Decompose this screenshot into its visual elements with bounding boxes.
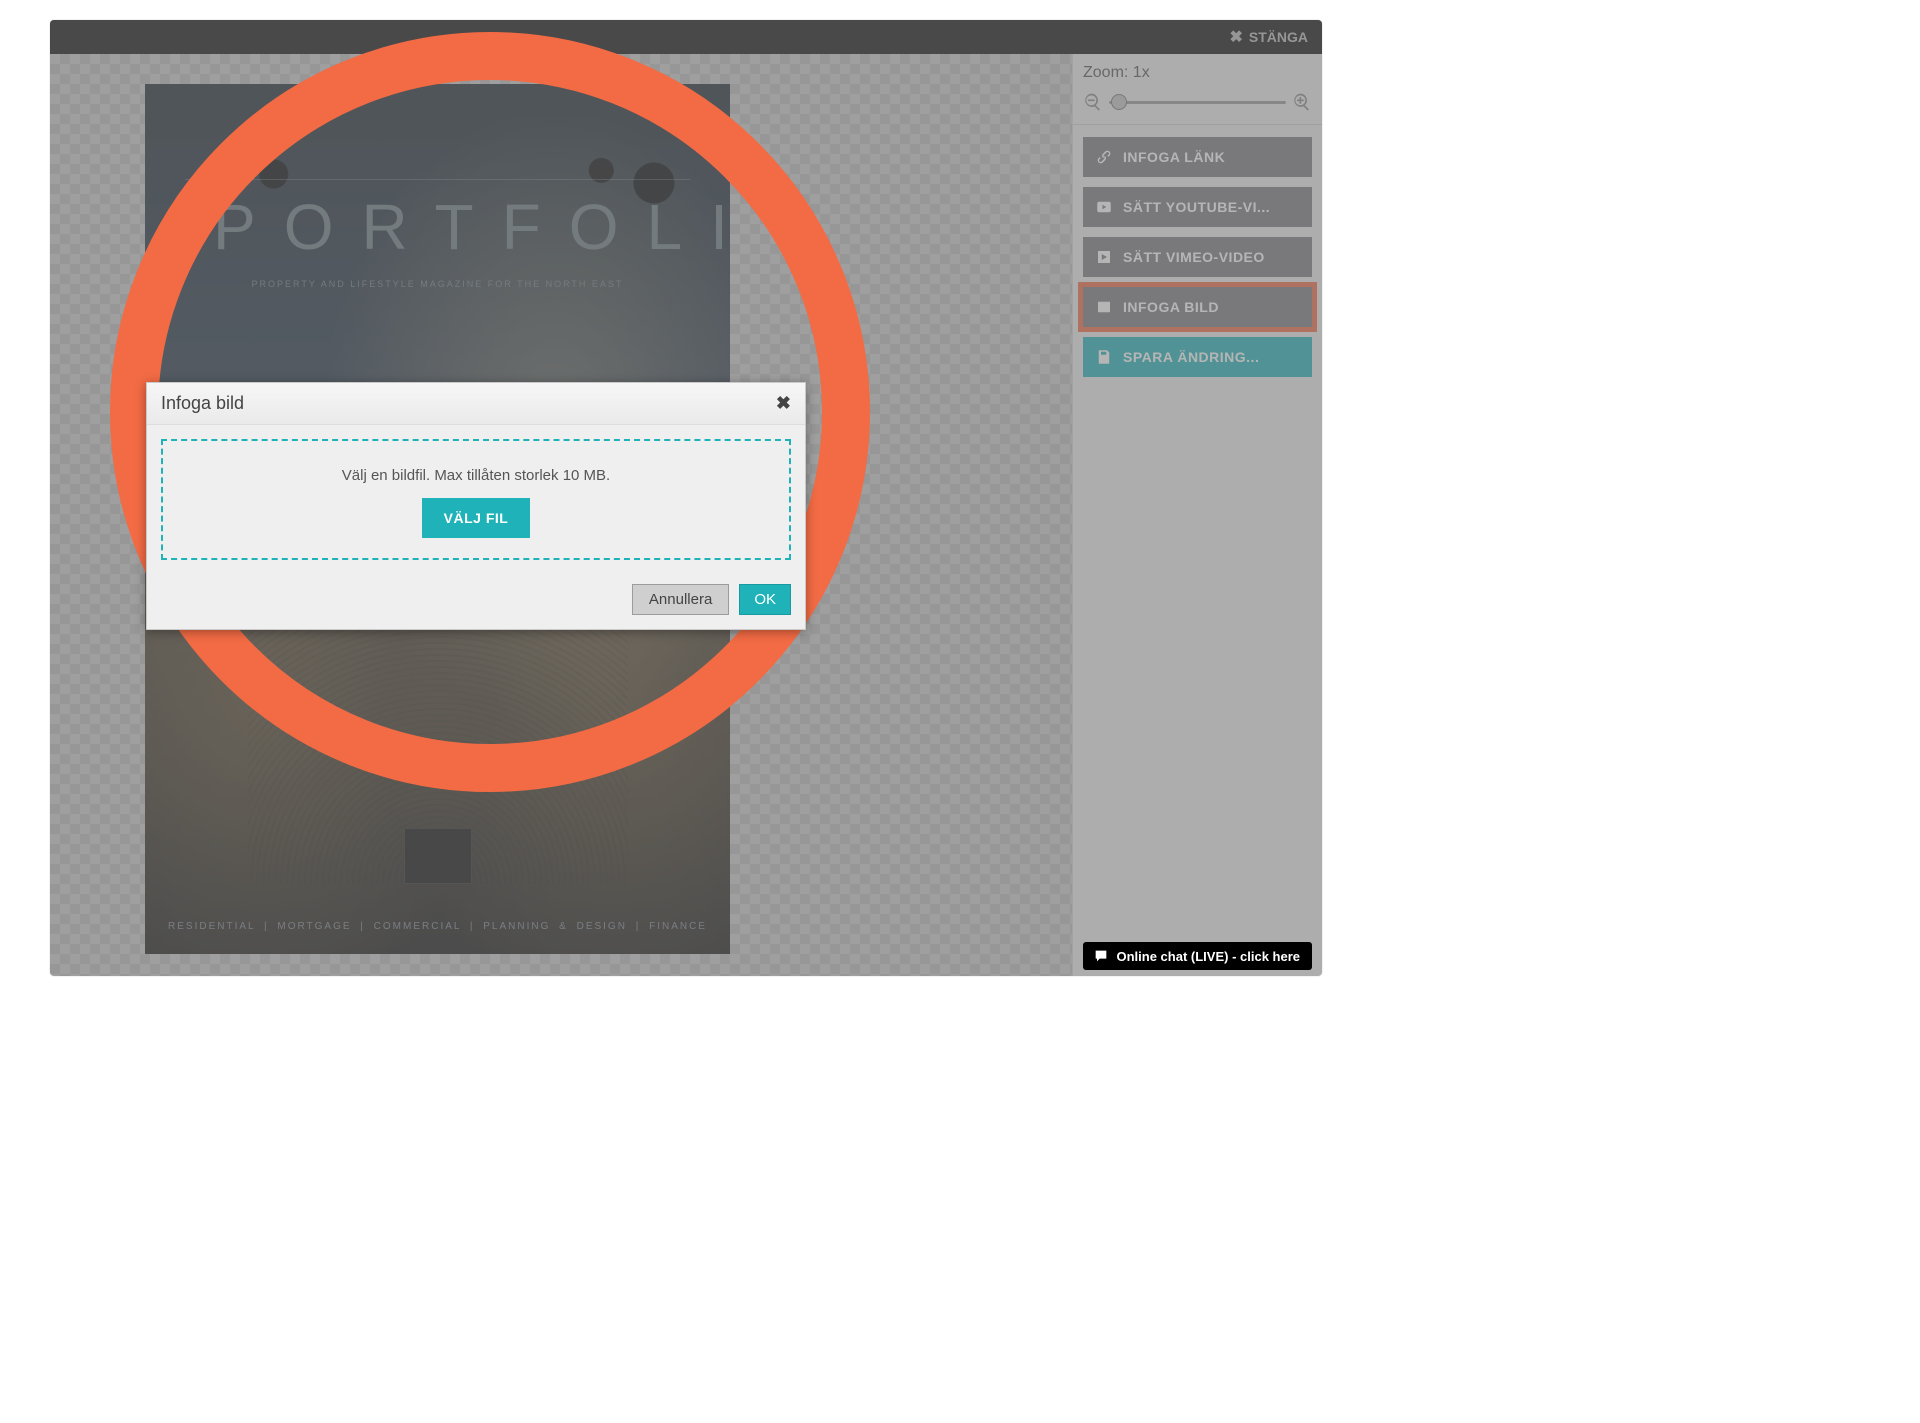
youtube-icon <box>1095 198 1113 216</box>
chat-icon <box>1093 948 1109 964</box>
zoom-control <box>1083 92 1312 112</box>
magazine-decorative-door <box>404 828 472 884</box>
insert-link-label: INFOGA LÄNK <box>1123 149 1225 165</box>
dialog-title: Infoga bild <box>161 393 244 414</box>
insert-vimeo-label: SÄTT VIMEO-VIDEO <box>1123 249 1265 265</box>
insert-vimeo-button[interactable]: SÄTT VIMEO-VIDEO <box>1083 237 1312 277</box>
vimeo-icon <box>1095 248 1113 266</box>
dialog-footer: Annullera OK <box>147 574 805 629</box>
sidebar: Zoom: 1x INFOGA LÄNK SÄTT YOUTUBE-VI... … <box>1072 54 1322 976</box>
dialog-header: Infoga bild ✖ <box>147 383 805 425</box>
link-icon <box>1095 148 1113 166</box>
titlebar: ✖ STÄNGA <box>50 20 1322 54</box>
save-changes-label: SPARA ÄNDRING... <box>1123 349 1259 365</box>
dialog-close-icon[interactable]: ✖ <box>776 393 791 414</box>
insert-youtube-button[interactable]: SÄTT YOUTUBE-VI... <box>1083 187 1312 227</box>
magazine-subtitle: PROPERTY AND LIFESTYLE MAGAZINE FOR THE … <box>145 279 730 289</box>
magazine-title: PORTFOLIO <box>185 179 690 264</box>
close-label[interactable]: STÄNGA <box>1249 29 1308 45</box>
save-changes-button[interactable]: SPARA ÄNDRING... <box>1083 337 1312 377</box>
file-dropzone[interactable]: Välj en bildfil. Max tillåten storlek 10… <box>161 439 791 560</box>
insert-link-button[interactable]: INFOGA LÄNK <box>1083 137 1312 177</box>
insert-image-dialog: Infoga bild ✖ Välj en bildfil. Max tillå… <box>146 382 806 630</box>
zoom-label: Zoom: 1x <box>1083 64 1312 82</box>
sidebar-separator <box>1073 124 1322 125</box>
image-icon <box>1095 298 1113 316</box>
insert-image-button[interactable]: INFOGA BILD <box>1083 287 1312 327</box>
save-icon <box>1095 348 1113 366</box>
live-chat-button[interactable]: Online chat (LIVE) - click here <box>1083 942 1313 970</box>
cancel-button[interactable]: Annullera <box>632 584 729 615</box>
choose-file-button[interactable]: VÄLJ FIL <box>422 498 531 538</box>
insert-youtube-label: SÄTT YOUTUBE-VI... <box>1123 199 1270 215</box>
insert-image-label: INFOGA BILD <box>1123 299 1219 315</box>
editor-window: ✖ STÄNGA PORTFOLIO PROPERTY AND LIFESTYL… <box>50 20 1322 976</box>
dropzone-hint: Välj en bildfil. Max tillåten storlek 10… <box>173 467 779 484</box>
live-chat-label: Online chat (LIVE) - click here <box>1117 949 1301 964</box>
close-icon[interactable]: ✖ <box>1229 27 1242 47</box>
zoom-in-icon[interactable] <box>1292 92 1312 112</box>
magazine-footer: RESIDENTIAL | MORTGAGE | COMMERCIAL | PL… <box>145 921 730 932</box>
zoom-out-icon[interactable] <box>1083 92 1103 112</box>
ok-button[interactable]: OK <box>739 584 791 615</box>
zoom-slider[interactable] <box>1109 101 1286 104</box>
